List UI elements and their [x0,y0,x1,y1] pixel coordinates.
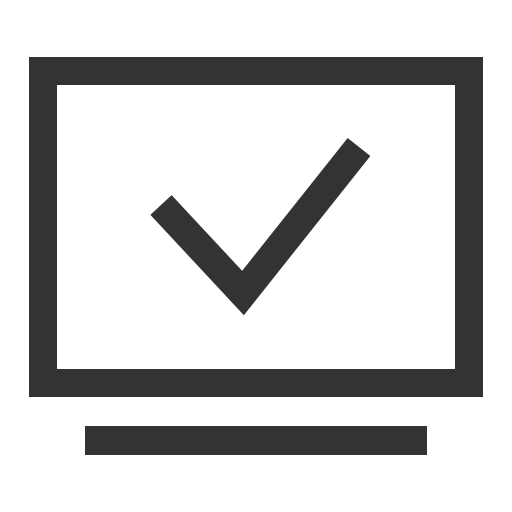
checkmark [150,137,371,316]
monitor-screen-outline [29,57,483,397]
monitor-check-icon [29,57,483,455]
monitor-stand-bar [85,426,427,455]
icon-canvas [0,0,512,512]
